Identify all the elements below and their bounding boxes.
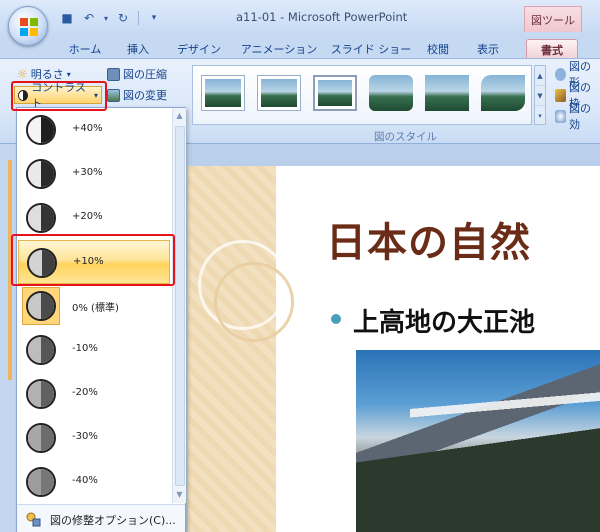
tab-design[interactable]: デザイン <box>168 39 230 58</box>
contrast-preview-icon <box>26 291 56 321</box>
undo-icon[interactable]: ↶ <box>80 9 98 27</box>
compress-icon <box>107 67 120 81</box>
contrast-button-highlight <box>11 81 107 111</box>
picture-style-thumb[interactable] <box>369 75 413 111</box>
redo-icon[interactable]: ↻ <box>114 9 132 27</box>
compress-label: 図の圧縮 <box>123 68 167 81</box>
change-picture-icon <box>107 88 120 102</box>
contrast-option[interactable]: -10% <box>18 328 170 372</box>
contrast-option-label: +20% <box>72 211 103 222</box>
contrast-option-label: +40% <box>72 123 103 134</box>
shape-icon <box>555 67 567 81</box>
compress-pictures-button[interactable]: 図の圧縮 <box>104 65 170 83</box>
contrast-preview-icon <box>26 467 56 497</box>
change-picture-label: 図の変更 <box>123 89 167 102</box>
scroll-down-icon[interactable]: ▼ <box>535 86 545 106</box>
effects-icon <box>555 109 567 123</box>
sun-icon: ☼ <box>17 67 28 81</box>
tab-review[interactable]: 校閲 <box>420 39 456 58</box>
customize-qat-icon[interactable]: ▾ <box>145 9 163 27</box>
photo-snow-ridge <box>410 392 600 432</box>
ribbon-tabs: ホーム 挿入 デザイン アニメーション スライド ショー 校閲 表示 書式 <box>0 36 600 58</box>
slide-background-pattern <box>188 166 276 532</box>
contrast-option[interactable]: -20% <box>18 372 170 416</box>
slide-bullet-text[interactable]: 上高地の大正池 <box>353 302 535 339</box>
contrast-dropdown-menu: +40% +30% +20% +10% 0% (標準) -10% -20% -30% -40% … <box>16 107 186 532</box>
qat-separator <box>138 11 139 25</box>
picture-effects-label: 図の効 <box>569 102 592 131</box>
save-icon[interactable]: ■ <box>58 9 76 27</box>
gallery-scrollbar[interactable]: ▲ ▼ ▾ <box>534 65 546 125</box>
quick-access-toolbar: ■ ↶ ▾ ↻ ▾ <box>58 8 163 28</box>
scroll-up-icon[interactable]: ▲ <box>173 108 186 124</box>
contrast-preview-icon <box>26 379 56 409</box>
decorative-ring <box>214 262 294 342</box>
pencil-icon <box>555 88 567 102</box>
gallery-more-icon[interactable]: ▾ <box>535 106 545 126</box>
bullet-dot <box>331 314 341 324</box>
scroll-up-icon[interactable]: ▲ <box>535 66 545 86</box>
contrast-option[interactable]: -40% <box>18 460 170 504</box>
correction-options-label: 図の修整オプション(C)... <box>50 514 176 527</box>
contrast-option-label: 0% (標準) <box>72 303 119 314</box>
window-title: a11-01 - Microsoft PowerPoint <box>236 10 408 24</box>
scrollbar-thumb[interactable] <box>175 126 185 486</box>
contrast-preview-icon <box>26 115 56 145</box>
tab-slideshow[interactable]: スライド ショー <box>328 39 414 58</box>
slide-photo[interactable] <box>356 350 600 532</box>
scroll-down-icon[interactable]: ▼ <box>173 487 186 503</box>
contrast-option[interactable]: +40% <box>18 108 170 152</box>
tab-animations[interactable]: アニメーション <box>236 39 322 58</box>
picture-correction-options[interactable]: 図の修整オプション(C)... <box>17 504 185 532</box>
office-logo-icon <box>20 18 38 36</box>
tab-view[interactable]: 表示 <box>468 39 508 58</box>
contrast-option-label: -40% <box>72 475 98 486</box>
contrast-preview-icon <box>26 203 56 233</box>
contrast-option-label: -20% <box>72 387 98 398</box>
contrast-option-label: +30% <box>72 167 103 178</box>
office-button[interactable] <box>8 6 48 46</box>
contrast-option-label: -30% <box>72 431 98 442</box>
contrast-option[interactable]: +30% <box>18 152 170 196</box>
picture-style-thumb[interactable] <box>425 75 469 111</box>
change-picture-button[interactable]: 図の変更 <box>104 86 170 104</box>
contrast-preview-icon <box>26 159 56 189</box>
contrast-option[interactable]: -30% <box>18 416 170 460</box>
correction-options-icon <box>25 511 41 527</box>
contrast-option-label: -10% <box>72 343 98 354</box>
contrast-option[interactable]: 0% (標準) <box>18 284 170 328</box>
picture-styles-gallery <box>192 65 532 125</box>
slide-title[interactable]: 日本の自然 <box>326 210 531 268</box>
picture-style-thumb[interactable] <box>313 75 357 111</box>
picture-style-thumb[interactable] <box>201 75 245 111</box>
picture-styles-group-label: 図のスタイル <box>374 131 437 143</box>
tab-format[interactable]: 書式 <box>526 39 578 58</box>
tab-home[interactable]: ホーム <box>60 39 110 58</box>
undo-dropdown-icon[interactable]: ▾ <box>102 9 110 27</box>
picture-effects-button[interactable]: 図の効 <box>552 102 600 131</box>
plus10-item-highlight <box>11 234 175 286</box>
title-bar: ■ ↶ ▾ ↻ ▾ a11-01 - Microsoft PowerPoint … <box>0 0 600 36</box>
picture-style-thumb[interactable] <box>257 75 301 111</box>
dropdown-scrollbar[interactable]: ▲ ▼ <box>172 108 186 503</box>
contrast-preview-icon <box>26 423 56 453</box>
picture-style-thumb[interactable] <box>481 75 525 111</box>
contrast-preview-icon <box>26 335 56 365</box>
tab-insert[interactable]: 挿入 <box>118 39 158 58</box>
chevron-down-icon: ▾ <box>66 69 71 79</box>
picture-tools-context-title: 図ツール <box>524 6 582 32</box>
